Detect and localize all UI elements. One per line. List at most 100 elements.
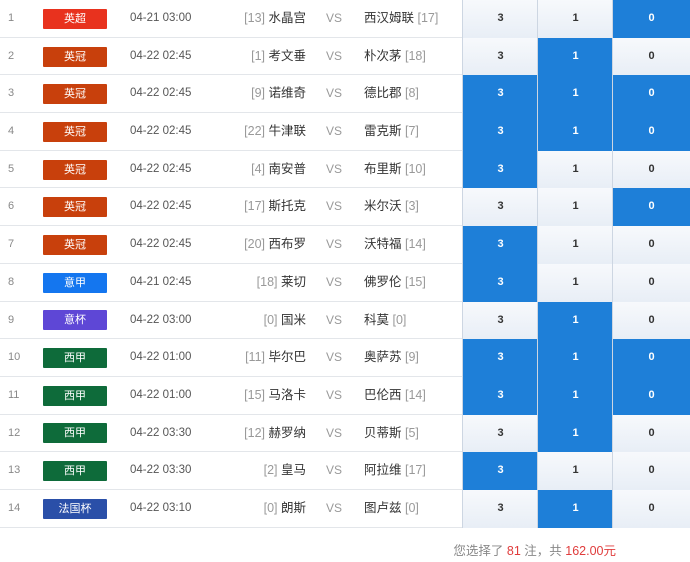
option-win-button[interactable]: 3 [462,414,538,453]
option-lose-button[interactable]: 0 [612,452,690,490]
option-draw-button[interactable]: 1 [537,113,613,151]
league-badge[interactable]: 英冠 [43,46,107,67]
option-draw-button[interactable]: 1 [537,452,613,490]
home-team[interactable]: [0] 朗斯 [264,490,306,528]
option-lose-button[interactable]: 0 [612,301,690,340]
away-team[interactable]: 贝蒂斯 [5] [364,415,419,453]
home-team[interactable]: [9] 诺维奇 [251,75,306,113]
match-row: 6 英冠 04-22 02:45 [17] 斯托克 VS 米尔沃 [3] 3 1 0 [0,188,690,227]
option-lose-button[interactable]: 0 [612,263,690,302]
away-team[interactable]: 布里斯 [10] [364,151,426,189]
away-team[interactable]: 佛罗伦 [15] [364,264,426,302]
league-badge[interactable]: 西甲 [43,385,107,406]
home-rank: [13] [244,11,265,25]
league-badge[interactable]: 英冠 [43,234,107,255]
option-draw-button[interactable]: 1 [537,75,613,114]
option-lose-button[interactable]: 0 [612,113,690,151]
vs-label: VS [326,500,343,515]
option-win-button[interactable]: 3 [462,75,538,114]
league-badge[interactable]: 西甲 [43,348,107,369]
home-team[interactable]: [22] 牛津联 [244,113,306,151]
option-lose-button[interactable]: 0 [612,188,690,227]
option-lose-button[interactable]: 0 [612,37,690,76]
option-win-button[interactable]: 3 [462,263,538,302]
option-lose-button[interactable]: 0 [612,339,690,377]
row-index: 1 [8,12,15,24]
option-lose-button[interactable]: 0 [612,376,690,415]
option-win-button[interactable]: 3 [462,113,538,151]
home-team[interactable]: [20] 西布罗 [244,226,306,264]
away-team[interactable]: 巴伦西 [14] [364,377,426,415]
option-draw-button[interactable]: 1 [537,263,613,302]
option-win-button[interactable]: 3 [462,301,538,340]
option-lose-button[interactable]: 0 [612,150,690,189]
match-time: 04-21 02:45 [130,275,192,288]
league-badge[interactable]: 西甲 [43,423,107,444]
league-cell: 意甲 [43,264,107,302]
option-lose-button[interactable]: 0 [612,75,690,114]
away-team[interactable]: 奥萨苏 [9] [364,339,419,377]
home-team[interactable]: [18] 莱切 [257,264,306,302]
option-win-button[interactable]: 3 [462,150,538,189]
league-badge[interactable]: 意甲 [43,272,107,293]
away-team[interactable]: 雷克斯 [7] [364,113,419,151]
option-draw-button[interactable]: 1 [537,414,613,453]
option-draw-button[interactable]: 1 [537,188,613,227]
option-lose-button[interactable]: 0 [612,414,690,453]
away-team[interactable]: 阿拉维 [17] [364,452,426,490]
away-team[interactable]: 沃特福 [14] [364,226,426,264]
option-draw-button[interactable]: 1 [537,376,613,415]
away-team[interactable]: 米尔沃 [3] [364,188,419,226]
option-lose-button[interactable]: 0 [612,226,690,264]
home-team-name: 南安普 [268,161,306,176]
league-badge[interactable]: 意杯 [43,310,107,331]
option-draw-button[interactable]: 1 [537,226,613,264]
home-team[interactable]: [11] 毕尔巴 [245,339,306,377]
home-team[interactable]: [13] 水晶宫 [244,0,306,38]
home-team[interactable]: [2] 皇马 [264,452,306,490]
home-team[interactable]: [15] 马洛卡 [244,377,306,415]
option-draw-button[interactable]: 1 [537,489,613,528]
home-team[interactable]: [12] 赫罗纳 [244,415,306,453]
league-badge[interactable]: 英冠 [43,159,107,180]
option-win-button[interactable]: 3 [462,0,538,38]
option-win-button[interactable]: 3 [462,339,538,377]
away-rank: [10] [405,161,426,176]
away-team[interactable]: 德比郡 [8] [364,75,419,113]
away-team[interactable]: 朴次茅 [18] [364,38,426,76]
league-cell: 西甲 [43,415,107,453]
away-team-name: 朴次茅 [364,48,402,63]
home-team[interactable]: [0] 国米 [264,302,306,340]
option-win-button[interactable]: 3 [462,489,538,528]
away-team[interactable]: 西汉姆联 [17] [364,0,438,38]
league-badge[interactable]: 英冠 [43,84,107,105]
home-team[interactable]: [17] 斯托克 [244,188,306,226]
option-draw-button[interactable]: 1 [537,301,613,340]
league-badge[interactable]: 英冠 [43,121,107,142]
league-badge[interactable]: 西甲 [43,461,107,482]
vs-label: VS [326,199,343,214]
home-rank: [15] [244,387,265,402]
option-win-button[interactable]: 3 [462,226,538,264]
home-rank: [22] [244,124,265,139]
option-win-button[interactable]: 3 [462,376,538,415]
league-badge[interactable]: 法国杯 [43,498,107,519]
home-team[interactable]: [1] 考文垂 [251,38,306,76]
home-team[interactable]: [4] 南安普 [251,151,306,189]
away-team[interactable]: 图卢兹 [0] [364,490,419,528]
option-draw-button[interactable]: 1 [537,339,613,377]
option-draw-button[interactable]: 1 [537,37,613,76]
league-badge[interactable]: 英冠 [43,197,107,218]
league-cell: 英冠 [43,151,107,189]
option-win-button[interactable]: 3 [462,452,538,490]
option-win-button[interactable]: 3 [462,37,538,76]
option-draw-button[interactable]: 1 [537,0,613,38]
away-team[interactable]: 科莫 [0] [364,302,406,340]
option-draw-button[interactable]: 1 [537,150,613,189]
option-win-button[interactable]: 3 [462,188,538,227]
option-lose-button[interactable]: 0 [612,489,690,528]
option-lose-button[interactable]: 0 [612,0,690,38]
league-badge[interactable]: 英超 [43,8,107,29]
home-rank: [0] [263,312,278,327]
match-time: 04-22 02:45 [130,125,192,138]
